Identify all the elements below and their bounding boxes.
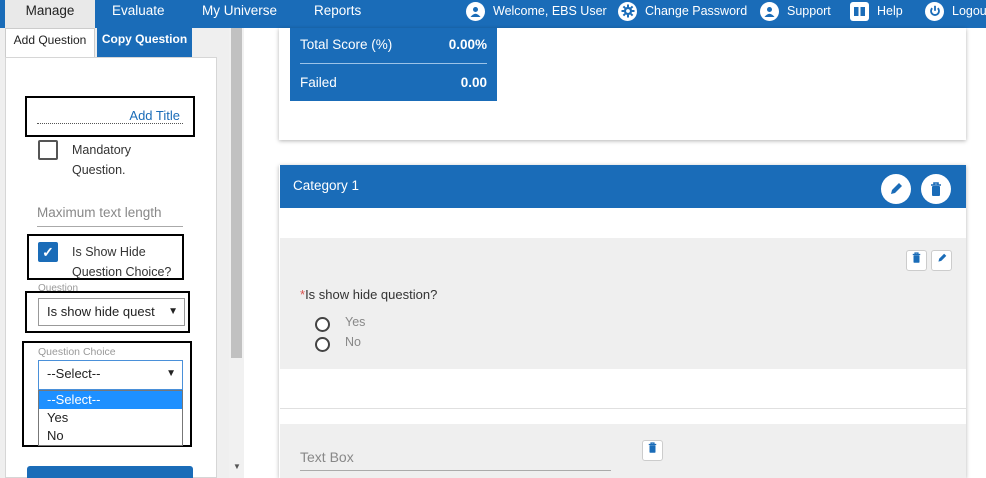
user-icon: [466, 1, 485, 21]
category-title: Category 1: [293, 178, 360, 193]
section-divider: [280, 408, 966, 409]
trash-icon: [912, 252, 921, 263]
question-choice-select[interactable]: --Select-- ▼: [38, 360, 183, 390]
question-select-value: Is show hide quest: [47, 304, 155, 319]
save-question-button[interactable]: [27, 466, 193, 478]
nav-evaluate[interactable]: Evaluate: [112, 0, 165, 28]
pencil-icon: [937, 253, 946, 262]
failed-label: Failed: [300, 75, 337, 90]
support-label: Support: [787, 4, 831, 18]
total-score-row: Total Score (%) 0.00%: [300, 34, 487, 56]
max-text-length-input[interactable]: Maximum text length: [37, 205, 183, 227]
radio-yes[interactable]: [315, 317, 330, 332]
scroll-down-arrow[interactable]: ▼: [232, 462, 242, 472]
chevron-down-icon: ▼: [168, 306, 178, 317]
delete-question-button[interactable]: [906, 250, 927, 271]
dropdown-option-yes[interactable]: Yes: [39, 409, 182, 427]
mandatory-label-line1: Mandatory: [72, 143, 132, 157]
tab-copy-question[interactable]: Copy Question: [97, 28, 192, 57]
top-nav: Manage Evaluate My Universe Reports Welc…: [0, 0, 986, 28]
scrollbar-thumb[interactable]: [231, 28, 242, 358]
tab-add-question[interactable]: Add Question: [5, 28, 95, 57]
nav-reports[interactable]: Reports: [314, 0, 361, 28]
question-choice-value: --Select--: [47, 366, 101, 381]
nav-my-universe[interactable]: My Universe: [202, 0, 277, 28]
textbox-question-item: Text Box: [280, 424, 966, 478]
category-header: Category 1: [280, 165, 966, 208]
total-score-value: 0.00%: [448, 37, 487, 52]
radio-no[interactable]: [315, 337, 330, 352]
question-text: *Is show hide question?: [300, 287, 437, 302]
radio-no-label: No: [345, 335, 361, 349]
power-icon: [925, 1, 944, 21]
mandatory-label-line2: Question.: [72, 163, 126, 177]
edit-question-button[interactable]: [931, 250, 952, 271]
radio-yes-label: Yes: [345, 315, 366, 329]
change-password-label: Change Password: [645, 4, 748, 18]
mandatory-checkbox[interactable]: [38, 140, 58, 160]
trash-icon: [931, 182, 941, 196]
help-link[interactable]: Help: [850, 0, 903, 22]
support-icon: [760, 1, 779, 21]
failed-row: Failed 0.00: [300, 72, 487, 94]
question-choice-dropdown: --Select-- Yes No: [38, 390, 183, 446]
trash-icon: [648, 442, 657, 453]
question-label: Is show hide question?: [305, 287, 438, 302]
help-book-icon: [850, 1, 869, 21]
question-item: *Is show hide question? Yes No: [280, 238, 966, 369]
chevron-down-icon: ▼: [166, 368, 176, 379]
score-divider: [300, 63, 487, 64]
score-summary: Total Score (%) 0.00% Failed 0.00: [290, 28, 497, 101]
question-select[interactable]: Is show hide quest ▼: [38, 298, 185, 326]
logout-link[interactable]: Logout: [925, 0, 986, 22]
change-password-link[interactable]: Change Password: [618, 0, 747, 22]
welcome-label: Welcome, EBS User: [493, 4, 607, 18]
delete-textbox-button[interactable]: [642, 440, 663, 461]
title-input-underline: [37, 123, 183, 124]
dropdown-option-no[interactable]: No: [39, 427, 182, 445]
total-score-label: Total Score (%): [300, 37, 393, 52]
show-hide-label-line1: Is Show Hide: [72, 245, 146, 259]
show-hide-label-line2: Question Choice?: [72, 265, 172, 279]
edit-category-button[interactable]: [881, 174, 911, 204]
help-label: Help: [877, 4, 903, 18]
gear-icon: [618, 1, 637, 21]
delete-category-button[interactable]: [921, 174, 951, 204]
failed-value: 0.00: [460, 75, 487, 90]
support-link[interactable]: Support: [760, 0, 831, 22]
add-title-link[interactable]: Add Title: [110, 108, 180, 123]
nav-manage[interactable]: Manage: [5, 0, 95, 28]
question-choice-label: Question Choice: [38, 346, 116, 358]
welcome-user[interactable]: Welcome, EBS User: [466, 0, 607, 22]
textbox-input[interactable]: Text Box: [300, 449, 611, 471]
pencil-icon: [891, 183, 902, 194]
show-hide-checkbox[interactable]: ✓: [38, 242, 58, 262]
logout-label: Logout: [952, 4, 986, 18]
dropdown-option-select[interactable]: --Select--: [39, 391, 182, 409]
